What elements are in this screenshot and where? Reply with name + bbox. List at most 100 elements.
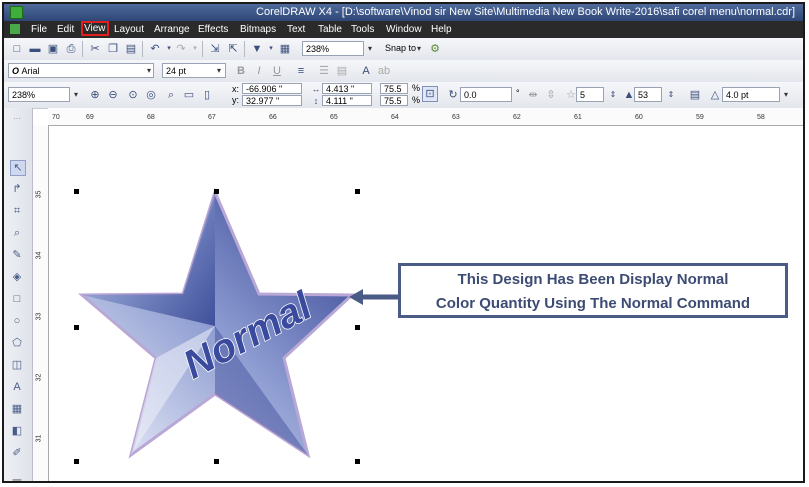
menu-window[interactable]: Window [384, 23, 424, 36]
coreldraw-app-icon[interactable] [10, 6, 23, 19]
redo-dropdown-icon[interactable]: ▾ [188, 42, 202, 56]
rectangle-tool-icon[interactable]: □ [10, 292, 24, 306]
points-spinner-icon[interactable]: ⇕ [606, 88, 620, 102]
sharpness-field[interactable]: 53 [634, 87, 662, 102]
zoom-tool-icon[interactable]: ⌕ [10, 226, 24, 240]
selection-handle[interactable] [355, 459, 360, 464]
selection-handle[interactable] [214, 459, 219, 464]
selection-handle[interactable] [74, 325, 79, 330]
mirror-horizontal-icon[interactable]: ⇹ [526, 88, 540, 102]
zoom-in-icon[interactable]: ⊕ [88, 88, 102, 102]
selection-handle[interactable] [214, 189, 219, 194]
star-points-value: 5 [580, 90, 586, 100]
interactive-blend-tool-icon[interactable]: ◧ [10, 424, 24, 438]
menu-table[interactable]: Table [316, 23, 344, 36]
polygon-tool-icon[interactable]: ⬠ [10, 336, 24, 350]
mirror-vertical-icon[interactable]: ⇳ [544, 88, 558, 102]
property-zoom-dropdown-icon[interactable]: ▾ [74, 90, 78, 99]
undo-icon[interactable]: ↶ [148, 42, 162, 56]
menu-arrange[interactable]: Arrange [152, 23, 192, 36]
welcome-screen-icon[interactable]: ▦ [278, 42, 292, 56]
zoom-page-height-icon[interactable]: ▯ [200, 88, 214, 102]
menu-edit[interactable]: Edit [55, 23, 76, 36]
options-icon[interactable]: ⚙ [428, 42, 442, 56]
y-position-field[interactable]: 32.977 " [242, 95, 302, 106]
selection-handle[interactable] [74, 189, 79, 194]
shape-tool-icon[interactable]: ↱ [10, 182, 24, 196]
snap-dropdown-icon[interactable]: ▾ [417, 44, 421, 53]
export-icon[interactable]: ⇱ [226, 42, 240, 56]
scale-x-field[interactable]: 75.5 [380, 83, 408, 94]
import-icon[interactable]: ⇲ [208, 42, 222, 56]
crop-tool-icon[interactable]: ⌗ [10, 204, 24, 218]
underline-icon[interactable]: U [270, 64, 284, 78]
menu-layout[interactable]: Layout [112, 23, 146, 36]
save-icon[interactable]: ▣ [46, 42, 60, 56]
new-document-icon[interactable]: □ [10, 42, 24, 56]
application-launcher-icon[interactable]: ▼ [250, 42, 264, 56]
rotate-icon[interactable]: ↻ [446, 88, 460, 102]
zoom-dropdown-icon[interactable]: ▾ [368, 44, 372, 53]
zoom-level-field[interactable]: 238% [302, 41, 364, 56]
selection-handle[interactable] [355, 189, 360, 194]
zoom-out-icon[interactable]: ⊖ [106, 88, 120, 102]
zoom-selected-icon[interactable]: ⊙ [126, 88, 140, 102]
wrap-text-icon[interactable]: ▤ [688, 88, 702, 102]
zoom-all-objects-icon[interactable]: ◎ [144, 88, 158, 102]
document-icon[interactable] [10, 24, 20, 34]
bold-icon[interactable]: B [234, 64, 248, 78]
text-orientation-icon[interactable]: ab [377, 64, 391, 78]
pick-tool-icon[interactable]: ↖ [10, 160, 26, 176]
launcher-dropdown-icon[interactable]: ▾ [264, 42, 278, 56]
bullet-list-icon[interactable]: ☰ [317, 64, 331, 78]
zoom-page-width-icon[interactable]: ▭ [182, 88, 196, 102]
outline-width-field[interactable]: 4.0 pt [722, 87, 780, 102]
rotation-angle-field[interactable]: 0.0 [460, 87, 512, 102]
property-zoom-field[interactable]: 238% [8, 87, 70, 102]
redo-icon[interactable]: ↷ [174, 42, 188, 56]
font-family-dropdown-icon[interactable]: ▾ [147, 66, 151, 75]
outline-dropdown-icon[interactable]: ▾ [784, 90, 788, 99]
outline-tool-icon[interactable]: ▁ [10, 468, 24, 481]
zoom-page-icon[interactable]: ⌕ [164, 88, 178, 102]
edit-text-icon[interactable]: A [359, 64, 373, 78]
font-size-dropdown-icon[interactable]: ▾ [217, 66, 221, 75]
copy-icon[interactable]: ❐ [106, 42, 120, 56]
text-tool-icon[interactable]: A [10, 380, 24, 394]
vertical-ruler[interactable]: 35 34 33 32 31 [33, 125, 49, 481]
sharpness-spinner-icon[interactable]: ⇕ [664, 88, 678, 102]
paste-icon[interactable]: ▤ [124, 42, 138, 56]
lock-ratio-icon[interactable]: ⊡ [422, 86, 438, 102]
print-icon[interactable]: ⎙ [64, 42, 78, 56]
horizontal-ruler[interactable]: 70 69 68 67 66 65 64 63 62 61 60 59 58 [48, 108, 803, 126]
selection-handle[interactable] [74, 459, 79, 464]
open-folder-icon[interactable]: ▬ [28, 42, 42, 56]
window-title: CorelDRAW X4 - [D:\software\Vinod sir Ne… [256, 6, 795, 18]
font-family-field[interactable]: O Arial [8, 63, 154, 78]
ruler-tick: 68 [147, 114, 155, 121]
menu-tools[interactable]: Tools [349, 23, 376, 36]
selection-handle[interactable] [355, 325, 360, 330]
ellipse-tool-icon[interactable]: ○ [10, 314, 24, 328]
menu-help[interactable]: Help [429, 23, 454, 36]
menu-file[interactable]: File [29, 23, 49, 36]
height-field[interactable]: 4.111 " [322, 95, 372, 106]
freehand-tool-icon[interactable]: ✎ [10, 248, 24, 262]
menu-text[interactable]: Text [285, 23, 307, 36]
text-align-icon[interactable]: ≡ [294, 64, 308, 78]
eyedropper-tool-icon[interactable]: ✐ [10, 446, 24, 460]
scale-y-field[interactable]: 75.5 [380, 95, 408, 106]
menu-effects[interactable]: Effects [196, 23, 230, 36]
menu-bitmaps[interactable]: Bitmaps [238, 23, 278, 36]
width-field[interactable]: 4.413 " [322, 83, 372, 94]
italic-icon[interactable]: I [252, 64, 266, 78]
snap-to-label[interactable]: Snap to [385, 43, 416, 53]
cut-icon[interactable]: ✂ [88, 42, 102, 56]
menu-view[interactable]: View [81, 21, 109, 36]
drop-cap-icon[interactable]: ▤ [335, 64, 349, 78]
x-position-field[interactable]: -66.906 " [242, 83, 302, 94]
basic-shapes-tool-icon[interactable]: ◫ [10, 358, 24, 372]
smart-fill-tool-icon[interactable]: ◈ [10, 270, 24, 284]
star-points-field[interactable]: 5 [576, 87, 604, 102]
table-tool-icon[interactable]: ▦ [10, 402, 24, 416]
